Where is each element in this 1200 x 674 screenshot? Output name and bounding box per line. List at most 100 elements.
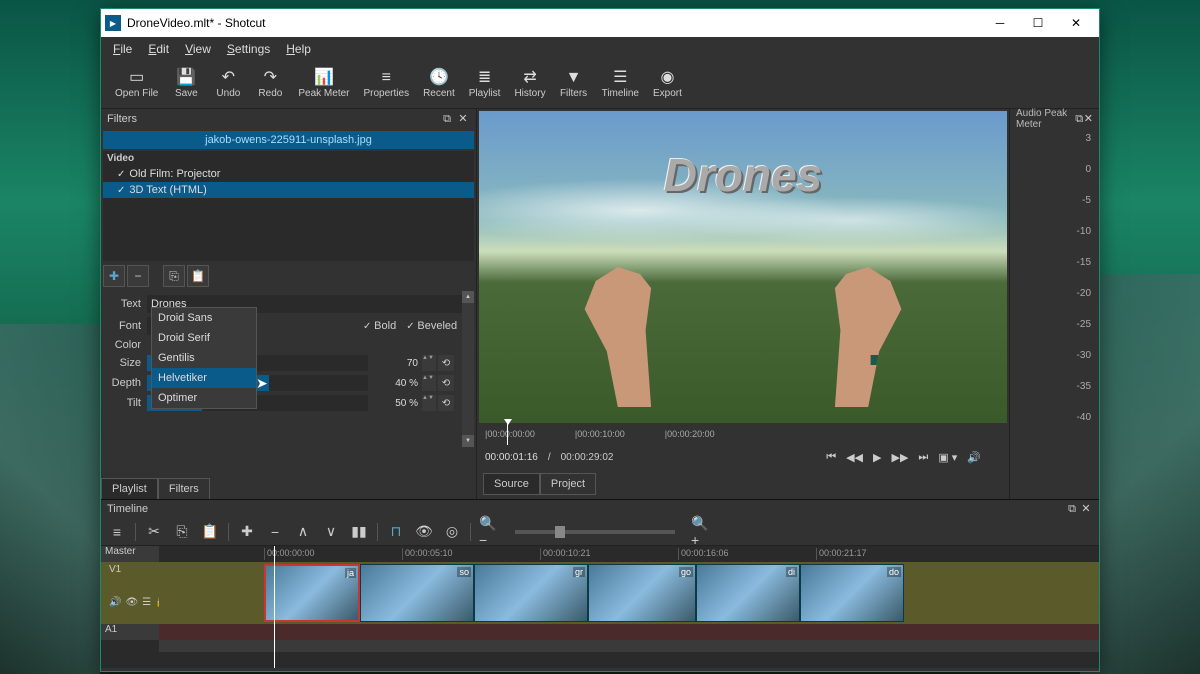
clip[interactable]: go bbox=[588, 564, 696, 622]
overwrite-button[interactable]: ∨ bbox=[321, 522, 341, 542]
copy-filter-button[interactable]: ⎘ bbox=[163, 265, 185, 287]
depth-reset-button[interactable]: ⟲ bbox=[438, 375, 454, 391]
font-option-gentilis[interactable]: Gentilis bbox=[152, 348, 256, 368]
preview-playhead[interactable] bbox=[507, 423, 508, 445]
size-reset-button[interactable]: ⟲ bbox=[438, 355, 454, 371]
zoom-out-button[interactable]: 🔍− bbox=[479, 522, 499, 542]
beveled-checkbox[interactable]: Beveled bbox=[406, 320, 457, 332]
font-option-droid-sans[interactable]: Droid Sans bbox=[152, 308, 256, 328]
lift-button[interactable]: ∧ bbox=[293, 522, 313, 542]
scrub-button[interactable]: 👁 bbox=[414, 522, 434, 542]
open-file-button[interactable]: ▭Open File bbox=[109, 68, 164, 101]
timeline-playhead[interactable] bbox=[274, 546, 275, 668]
clip[interactable]: di bbox=[696, 564, 800, 622]
minimize-button[interactable]: ─ bbox=[981, 9, 1019, 37]
clip[interactable]: gr bbox=[474, 564, 588, 622]
font-option-helvetiker[interactable]: Helvetiker bbox=[152, 368, 256, 388]
panel-undock-icon[interactable]: ⧉ bbox=[440, 112, 454, 126]
meter-tick: -30 bbox=[1077, 350, 1091, 361]
clip[interactable]: so bbox=[360, 564, 474, 622]
filter-item-old-film[interactable]: Old Film: Projector bbox=[103, 166, 474, 182]
close-button[interactable]: ✕ bbox=[1057, 9, 1095, 37]
meter-close-icon[interactable]: ✕ bbox=[1084, 112, 1093, 126]
mute-icon[interactable]: 🔊 bbox=[109, 597, 121, 608]
menu-file[interactable]: File bbox=[105, 38, 140, 60]
font-option-optimer[interactable]: Optimer bbox=[152, 388, 256, 408]
paste-filter-button[interactable]: 📋 bbox=[187, 265, 209, 287]
add-filter-button[interactable]: ✚ bbox=[103, 265, 125, 287]
depth-spinner[interactable]: ▲▼ bbox=[422, 375, 436, 391]
clip[interactable]: ja bbox=[264, 564, 360, 622]
forward-button[interactable]: ▶▶ bbox=[891, 451, 908, 464]
remove-filter-button[interactable]: − bbox=[127, 265, 149, 287]
undo-button[interactable]: ↶Undo bbox=[208, 68, 248, 101]
history-button[interactable]: ⇄History bbox=[508, 68, 551, 101]
playlist-icon: ≣ bbox=[478, 70, 491, 86]
composite-icon[interactable]: ☰ bbox=[142, 597, 151, 608]
clip[interactable]: do bbox=[800, 564, 904, 622]
font-option-droid-serif[interactable]: Droid Serif bbox=[152, 328, 256, 348]
timeline-undock-icon[interactable]: ⧉ bbox=[1065, 502, 1079, 516]
timeline-menu-button[interactable]: ≡ bbox=[107, 522, 127, 542]
hide-icon[interactable]: 👁 bbox=[125, 597, 138, 608]
v1-track[interactable]: jasogrgodido bbox=[159, 562, 1099, 624]
zoom-button[interactable]: ▣ ▾ bbox=[938, 451, 957, 464]
menu-help[interactable]: Help bbox=[278, 38, 319, 60]
playlist-button[interactable]: ≣Playlist bbox=[463, 68, 507, 101]
font-label: Font bbox=[103, 320, 147, 332]
source-tab[interactable]: Source bbox=[483, 473, 540, 495]
properties-button[interactable]: ≡Properties bbox=[358, 68, 416, 101]
timeline-scrollbar[interactable] bbox=[159, 640, 1099, 652]
recent-button[interactable]: 🕓Recent bbox=[417, 68, 461, 101]
master-track-header[interactable]: Master bbox=[101, 546, 159, 562]
v1-track-header[interactable]: V1 🔊 👁 ☰ 🔓 bbox=[101, 562, 159, 624]
meter-undock-icon[interactable]: ⧉ bbox=[1075, 112, 1084, 126]
zoom-slider[interactable] bbox=[515, 530, 675, 534]
filters-button[interactable]: ▼Filters bbox=[554, 68, 594, 101]
menu-edit[interactable]: Edit bbox=[140, 38, 177, 60]
a1-track[interactable] bbox=[159, 624, 1099, 640]
tilt-reset-button[interactable]: ⟲ bbox=[438, 395, 454, 411]
snap-button[interactable]: ⊓ bbox=[386, 522, 406, 542]
timeline-button[interactable]: ☰Timeline bbox=[596, 68, 645, 101]
project-tab[interactable]: Project bbox=[540, 473, 596, 495]
size-spinner[interactable]: ▲▼ bbox=[422, 355, 436, 371]
tilt-spinner[interactable]: ▲▼ bbox=[422, 395, 436, 411]
filter-item-3d-text[interactable]: 3D Text (HTML) bbox=[103, 182, 474, 198]
meter-tick: -10 bbox=[1077, 226, 1091, 237]
time-current[interactable]: 00:00:01:16 bbox=[485, 452, 538, 463]
bold-checkbox[interactable]: Bold bbox=[363, 320, 396, 332]
ripple-button[interactable]: ◎ bbox=[442, 522, 462, 542]
zoom-in-button[interactable]: 🔍+ bbox=[691, 522, 711, 542]
volume-button[interactable]: 🔊 bbox=[967, 451, 981, 464]
save-button[interactable]: 💾Save bbox=[166, 68, 206, 101]
redo-button[interactable]: ↷Redo bbox=[250, 68, 290, 101]
remove-button[interactable]: − bbox=[265, 522, 285, 542]
cut-button[interactable]: ✂ bbox=[144, 522, 164, 542]
filters-tab[interactable]: Filters bbox=[158, 478, 210, 499]
playlist-tab[interactable]: Playlist bbox=[101, 478, 158, 499]
peak-meter-button[interactable]: 📊Peak Meter bbox=[292, 68, 355, 101]
goto-start-button[interactable]: ⏮ bbox=[826, 451, 836, 464]
export-button[interactable]: ◉Export bbox=[647, 68, 688, 101]
paste-button[interactable]: 📋 bbox=[200, 522, 220, 542]
maximize-button[interactable]: ☐ bbox=[1019, 9, 1057, 37]
menu-settings[interactable]: Settings bbox=[219, 38, 278, 60]
preview-ruler[interactable]: |00:00:00:00 |00:00:10:00 |00:00:20:00 bbox=[477, 423, 1009, 445]
append-button[interactable]: ✚ bbox=[237, 522, 257, 542]
split-button[interactable]: ▮▮ bbox=[349, 522, 369, 542]
rewind-button[interactable]: ◀◀ bbox=[846, 451, 863, 464]
timeline-close-icon[interactable]: ✕ bbox=[1079, 502, 1093, 516]
play-button[interactable]: ▶ bbox=[873, 451, 881, 464]
menu-view[interactable]: View bbox=[177, 38, 219, 60]
panel-close-icon[interactable]: ✕ bbox=[456, 112, 470, 126]
copy-button[interactable]: ⎘ bbox=[172, 522, 192, 542]
timeline-ruler[interactable]: 00:00:00:0000:00:05:1000:00:10:2100:00:1… bbox=[159, 546, 1099, 562]
tracks-content[interactable]: 00:00:00:0000:00:05:1000:00:10:2100:00:1… bbox=[159, 546, 1099, 668]
a1-track-header[interactable]: A1 bbox=[101, 624, 159, 640]
menubar: FileEditViewSettingsHelp bbox=[101, 37, 1099, 61]
goto-end-button[interactable]: ⏭ bbox=[918, 451, 928, 464]
properties-scrollbar[interactable]: ▲ ▼ bbox=[462, 291, 474, 447]
font-dropdown[interactable]: Droid SansDroid SerifGentilisHelvetikerO… bbox=[151, 307, 257, 409]
preview-viewer[interactable]: Drones bbox=[479, 111, 1007, 423]
